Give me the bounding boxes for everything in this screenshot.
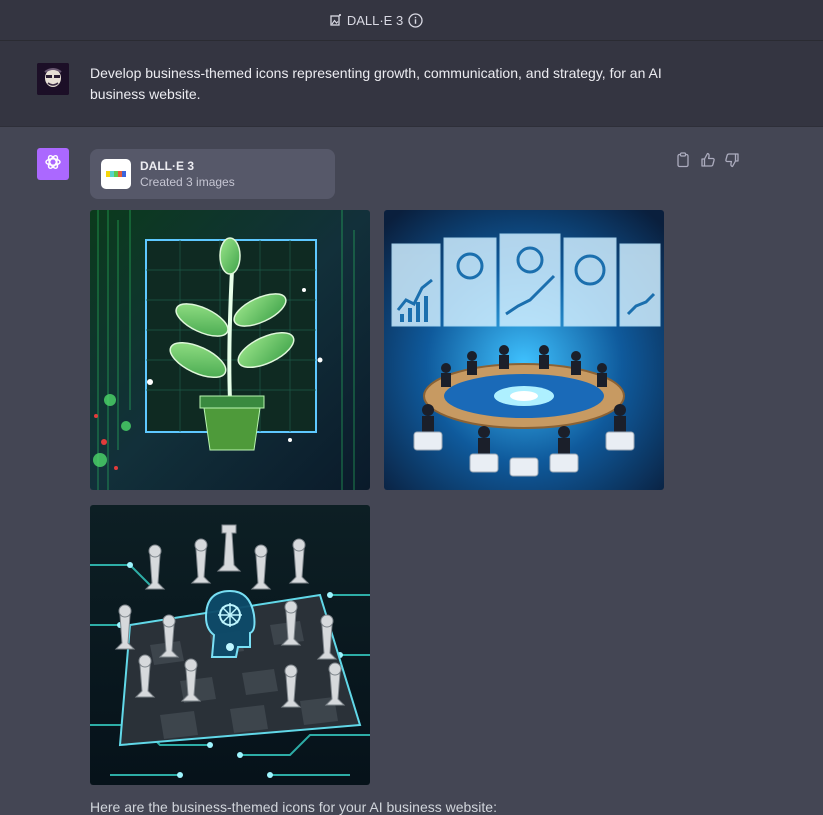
- assistant-message: DALL·E 3 Created 3 images Here are the b…: [0, 127, 823, 815]
- model-name: DALL·E 3: [346, 12, 404, 28]
- openai-logo-icon: [43, 152, 63, 177]
- message-actions: [676, 152, 742, 168]
- thumbs-up-icon[interactable]: [700, 152, 718, 168]
- assistant-reply-text: Here are the business-themed icons for y…: [90, 799, 497, 815]
- tool-name: DALL·E 3: [140, 159, 194, 173]
- generated-image-communication[interactable]: [384, 210, 664, 490]
- thumbs-down-icon[interactable]: [724, 152, 742, 168]
- user-message-text: Develop business-themed icons representi…: [90, 65, 662, 102]
- dalle-tool-card[interactable]: DALL·E 3 Created 3 images: [90, 149, 335, 199]
- generated-image-strategy[interactable]: [90, 505, 370, 785]
- model-title[interactable]: DALL·E 3: [330, 13, 423, 28]
- dalle-thumbnail: [101, 159, 131, 189]
- image-edit-icon: [330, 14, 342, 26]
- user-avatar: [37, 63, 69, 95]
- user-message: Develop business-themed icons representi…: [0, 41, 823, 127]
- copy-icon[interactable]: [676, 152, 694, 168]
- info-icon[interactable]: [408, 12, 423, 28]
- tool-status: Created 3 images: [140, 175, 235, 189]
- chatgpt-avatar: [37, 148, 69, 180]
- top-bar: DALL·E 3: [0, 0, 823, 41]
- generated-image-growth[interactable]: [90, 210, 370, 490]
